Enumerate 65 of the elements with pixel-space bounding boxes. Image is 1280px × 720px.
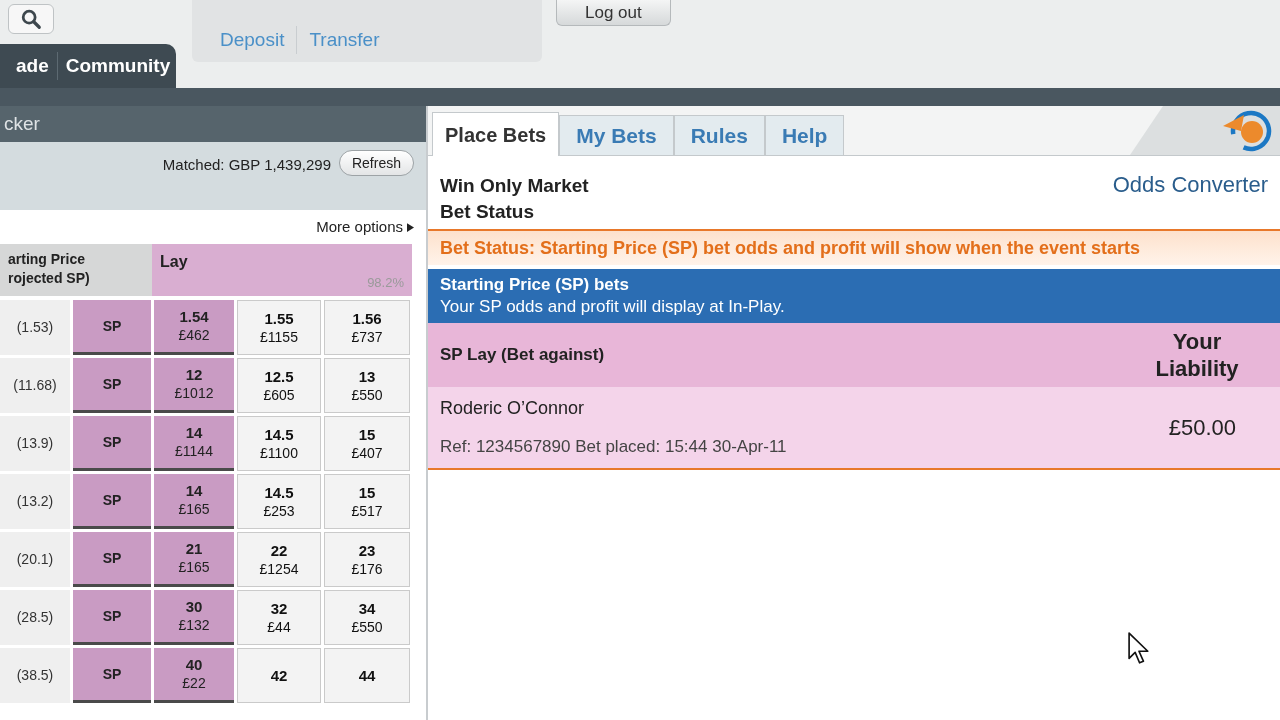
- column-label: Lay: [160, 252, 188, 272]
- projected-sp-cell: (13.9): [0, 416, 70, 471]
- logout-button[interactable]: Log out: [556, 0, 671, 26]
- nav-tab[interactable]: Community: [56, 51, 179, 81]
- sp-button[interactable]: SP: [73, 358, 151, 413]
- search-icon: [20, 8, 42, 30]
- column-header: arting Price rojected SP): [0, 244, 152, 296]
- lay-price-button[interactable]: 1.54 £462: [154, 300, 234, 355]
- projected-sp-cell: (11.68): [0, 358, 70, 413]
- sp-button[interactable]: SP: [73, 416, 151, 471]
- lay-price-button[interactable]: 12.5 £605: [237, 358, 321, 413]
- runner-name: Roderic O’Connor: [440, 397, 586, 420]
- market-title: Win Only Market: [440, 174, 589, 198]
- liability-label: Your Liability: [1154, 328, 1240, 382]
- projected-sp-cell: (20.1): [0, 532, 70, 587]
- info-title: Starting Price (SP) bets: [440, 274, 630, 296]
- lay-price-button[interactable]: 1.55 £1155: [237, 300, 321, 355]
- lay-price-button[interactable]: 40 £22: [154, 648, 234, 703]
- sp-button[interactable]: SP: [73, 590, 151, 645]
- lay-price-button[interactable]: 14 £1144: [154, 416, 234, 471]
- lay-price-button[interactable]: 14.5 £1100: [237, 416, 321, 471]
- sp-button[interactable]: SP: [73, 300, 151, 355]
- lay-price-button[interactable]: 34 £550: [324, 590, 410, 645]
- search-button[interactable]: [8, 4, 54, 34]
- liability-amount: £50.00: [1168, 413, 1236, 442]
- caret-icon: [407, 222, 414, 232]
- lay-price-button[interactable]: 15 £407: [324, 416, 410, 471]
- section-title: Bet Status: [440, 200, 535, 224]
- lay-price-button[interactable]: 21 £165: [154, 532, 234, 587]
- nav-tab[interactable]: ade: [8, 51, 57, 81]
- lay-price-button[interactable]: 15 £517: [324, 474, 410, 529]
- projected-sp-cell: (13.2): [0, 474, 70, 529]
- lay-price-button[interactable]: 14 £165: [154, 474, 234, 529]
- cursor-icon: [1128, 632, 1150, 665]
- more-options-link[interactable]: More options: [316, 215, 414, 239]
- lay-price-button[interactable]: 30 £132: [154, 590, 234, 645]
- lay-price-button[interactable]: 12 £1012: [154, 358, 234, 413]
- tab[interactable]: My Bets: [559, 115, 674, 155]
- lay-price-button[interactable]: 1.56 £737: [324, 300, 410, 355]
- lay-price-button[interactable]: 44: [324, 648, 410, 703]
- percentage-label: 98.2%: [367, 273, 404, 292]
- projected-sp-cell: (38.5): [0, 648, 70, 703]
- status-notice: Bet Status: Starting Price (SP) bet odds and profit will show when the event starts: [428, 229, 1280, 265]
- tab[interactable]: Rules: [673, 115, 765, 155]
- ticker-label: cker: [4, 111, 40, 136]
- lay-price-button[interactable]: 23 £176: [324, 532, 410, 587]
- sp-button[interactable]: SP: [73, 474, 151, 529]
- projected-sp-cell: (28.5): [0, 590, 70, 645]
- refresh-button[interactable]: Refresh: [338, 150, 414, 176]
- odds-converter-link[interactable]: Odds Converter: [1112, 168, 1268, 201]
- lay-price-button[interactable]: 14.5 £253: [237, 474, 321, 529]
- logo-icon: [1222, 108, 1272, 153]
- bet-reference: Ref: 1234567890 Bet placed: 15:44 30-Apr-11: [440, 436, 787, 458]
- lay-price-button[interactable]: 42: [237, 648, 321, 703]
- lay-price-button[interactable]: 32 £44: [237, 590, 321, 645]
- sp-button[interactable]: SP: [73, 532, 151, 587]
- sp-button[interactable]: SP: [73, 648, 151, 703]
- lay-price-button[interactable]: 13 £550: [324, 358, 410, 413]
- tab[interactable]: Help: [764, 115, 845, 155]
- matched-amount: Matched: GBP 1,439,299: [162, 155, 331, 175]
- tab[interactable]: Place Bets: [432, 112, 560, 156]
- info-text: Your SP odds and profit will display at In-Play.: [440, 296, 786, 318]
- bets-header-title: SP Lay (Bet against): [440, 344, 605, 367]
- projected-sp-cell: (1.53): [0, 300, 70, 355]
- lay-price-button[interactable]: 22 £1254: [237, 532, 321, 587]
